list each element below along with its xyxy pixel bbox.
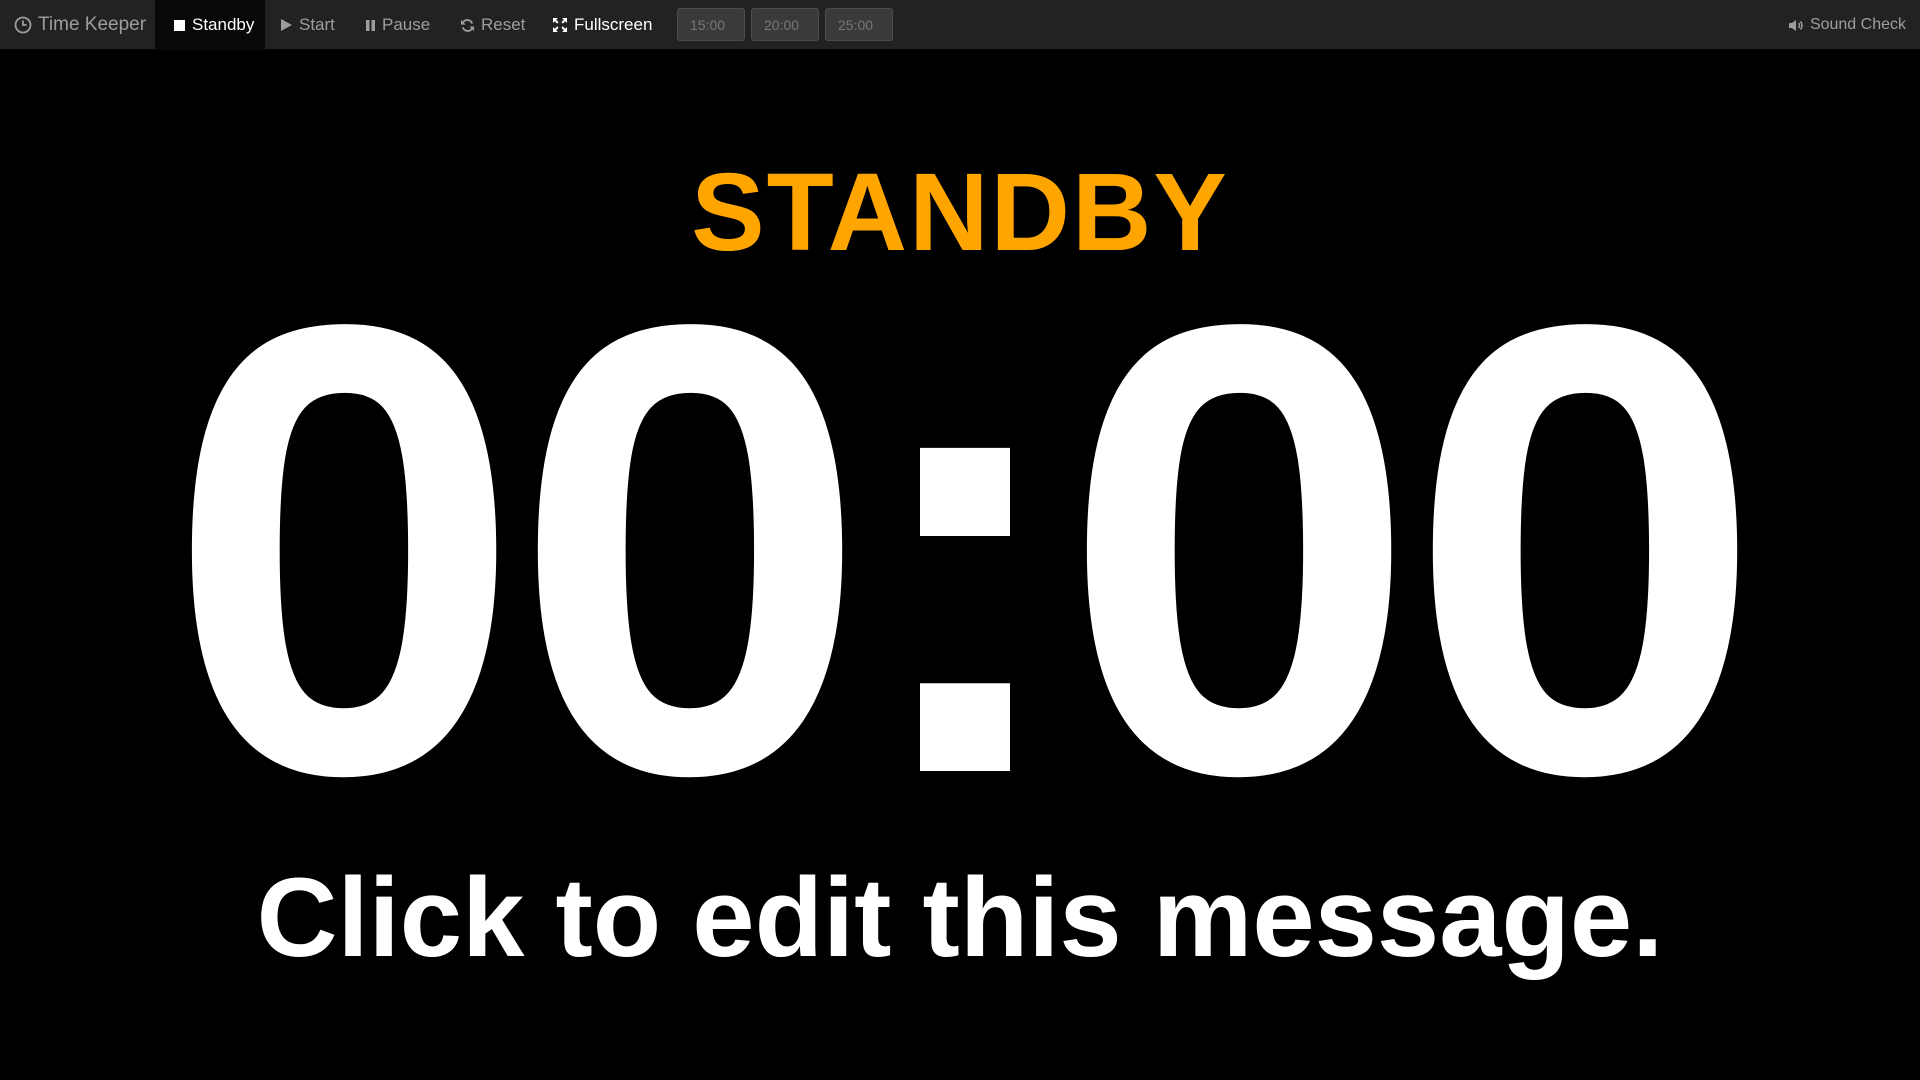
preset-20-button[interactable]: 20:00 [751, 8, 819, 41]
standby-button[interactable]: Standby [155, 0, 265, 50]
pause-button[interactable]: Pause [365, 0, 430, 50]
brand-link[interactable]: Time Keeper [0, 0, 160, 50]
fullscreen-button[interactable]: Fullscreen [552, 0, 652, 50]
countdown-clock: 00:00 [166, 192, 1764, 907]
refresh-icon [460, 18, 475, 33]
preset-15-button[interactable]: 15:00 [677, 8, 745, 41]
top-navbar: Time Keeper Standby Start Pause Reset Fu… [0, 0, 1920, 50]
brand-label: Time Keeper [38, 14, 147, 35]
standby-label: Standby [192, 15, 255, 34]
play-icon [280, 18, 293, 32]
pause-label: Pause [382, 15, 431, 34]
sound-check-button[interactable]: Sound Check [1788, 0, 1906, 50]
reset-label: Reset [481, 15, 526, 34]
fullscreen-icon [552, 17, 568, 33]
start-button[interactable]: Start [280, 0, 335, 50]
pause-icon [365, 19, 376, 32]
start-label: Start [299, 15, 335, 34]
clock-icon [14, 16, 32, 34]
sound-check-label: Sound Check [1809, 16, 1906, 33]
editable-message[interactable]: Click to edit this message. [0, 858, 1920, 978]
reset-button[interactable]: Reset [460, 0, 525, 50]
stop-square-icon [173, 19, 186, 32]
preset-25-button[interactable]: 25:00 [825, 8, 893, 41]
volume-icon [1788, 19, 1804, 32]
fullscreen-label: Fullscreen [574, 15, 653, 34]
